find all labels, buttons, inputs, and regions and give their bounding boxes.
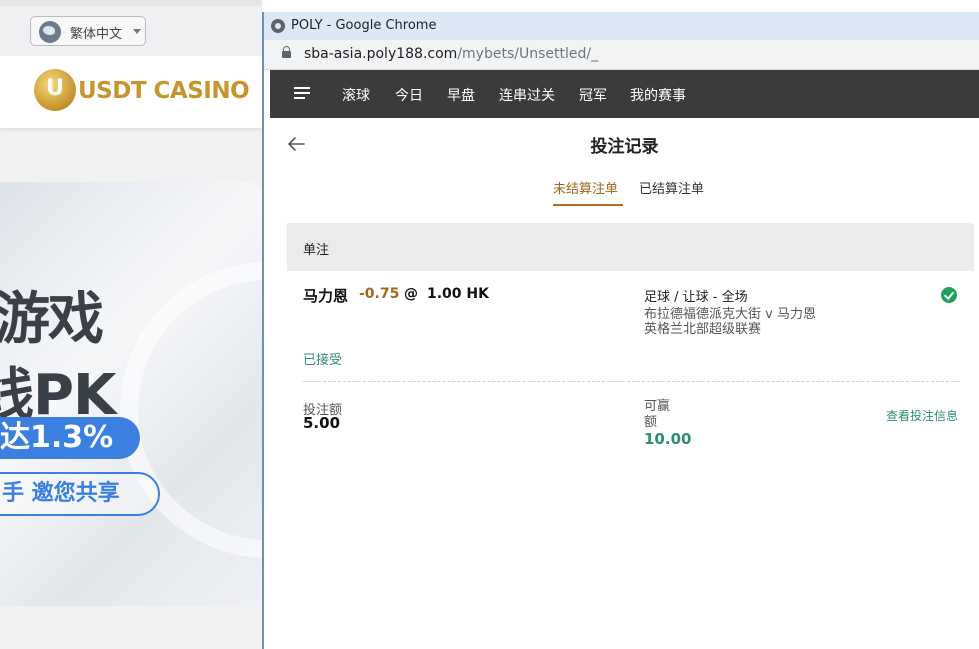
window-titlebar[interactable]: POLY - Google Chrome [264,12,979,40]
casino-logo-text: USDT CASINO [78,78,250,104]
nav-item-outright[interactable]: 冠军 [579,85,607,105]
stake-value: 5.00 [303,414,341,432]
active-tab-underline [553,204,623,206]
banner-line-3: 达1.3% [0,417,140,459]
window-title: POLY - Google Chrome [291,18,437,33]
top-nav: 滚球 今日 早盘 连串过关 冠军 我的赛事 [270,70,979,118]
nav-item-parlay[interactable]: 连串过关 [499,85,555,105]
bet-odds: 1.00 HK [427,286,489,302]
nav-item-early[interactable]: 早盘 [447,85,475,105]
page-title: 投注记录 [590,137,659,157]
bet-history-page: 投注记录 未结算注单 已结算注单 单注 马力恩 -0.75 @ 1.00 HK … [270,118,979,649]
chrome-icon [271,19,285,33]
language-label: 繁体中文 [70,27,123,42]
chevron-down-icon [133,29,141,34]
lock-icon[interactable] [282,46,291,58]
tab-unsettled[interactable]: 未结算注单 [553,178,618,197]
section-header: 单注 [287,223,974,271]
nav-item-my-events[interactable]: 我的赛事 [630,85,686,105]
banner-line-1: 游戏 [0,287,104,352]
nav-item-live[interactable]: 滚球 [342,85,370,105]
to-win-value: 10.00 [644,430,692,448]
bet-status: 已接受 [303,353,343,368]
bet-handicap: -0.75 [359,286,400,302]
logo-bar: USDT CASINO [0,56,262,128]
url-path: /mybets/Unsettled/_ [457,46,599,62]
to-win-label: 可赢额 [644,399,671,430]
casino-logo-icon [34,69,76,111]
address-bar[interactable]: sba-asia.poly188.com/mybets/Unsettled/_ [264,40,979,70]
browser-window: POLY - Google Chrome sba-asia.poly188.co… [262,12,979,649]
background-site: 繁体中文 USDT CASINO 游戏 线PK 达1.3% 手 邀您共享 [0,0,262,649]
menu-icon[interactable] [294,87,310,101]
nav-item-today[interactable]: 今日 [395,85,423,105]
banner-line-4: 手 邀您共享 [0,472,160,516]
tab-settled[interactable]: 已结算注单 [639,178,704,197]
globe-icon [39,21,61,43]
bet-at-symbol: @ [404,286,418,302]
url-text[interactable]: sba-asia.poly188.com/mybets/Unsettled/_ [304,46,598,62]
dashed-divider [303,381,959,382]
language-selector[interactable]: 繁体中文 [30,16,146,46]
bet-selection: 马力恩 [303,287,349,305]
promo-banner[interactable]: 游戏 线PK 达1.3% 手 邀您共享 [0,182,262,606]
check-circle-icon [941,287,957,303]
view-bet-details-link[interactable]: 查看投注信息 [886,407,958,424]
bet-league: 英格兰北部超级联赛 [644,322,762,337]
background-topbar: 繁体中文 [0,0,262,56]
section-title: 单注 [303,243,330,258]
url-host: sba-asia.poly188.com [304,46,458,62]
